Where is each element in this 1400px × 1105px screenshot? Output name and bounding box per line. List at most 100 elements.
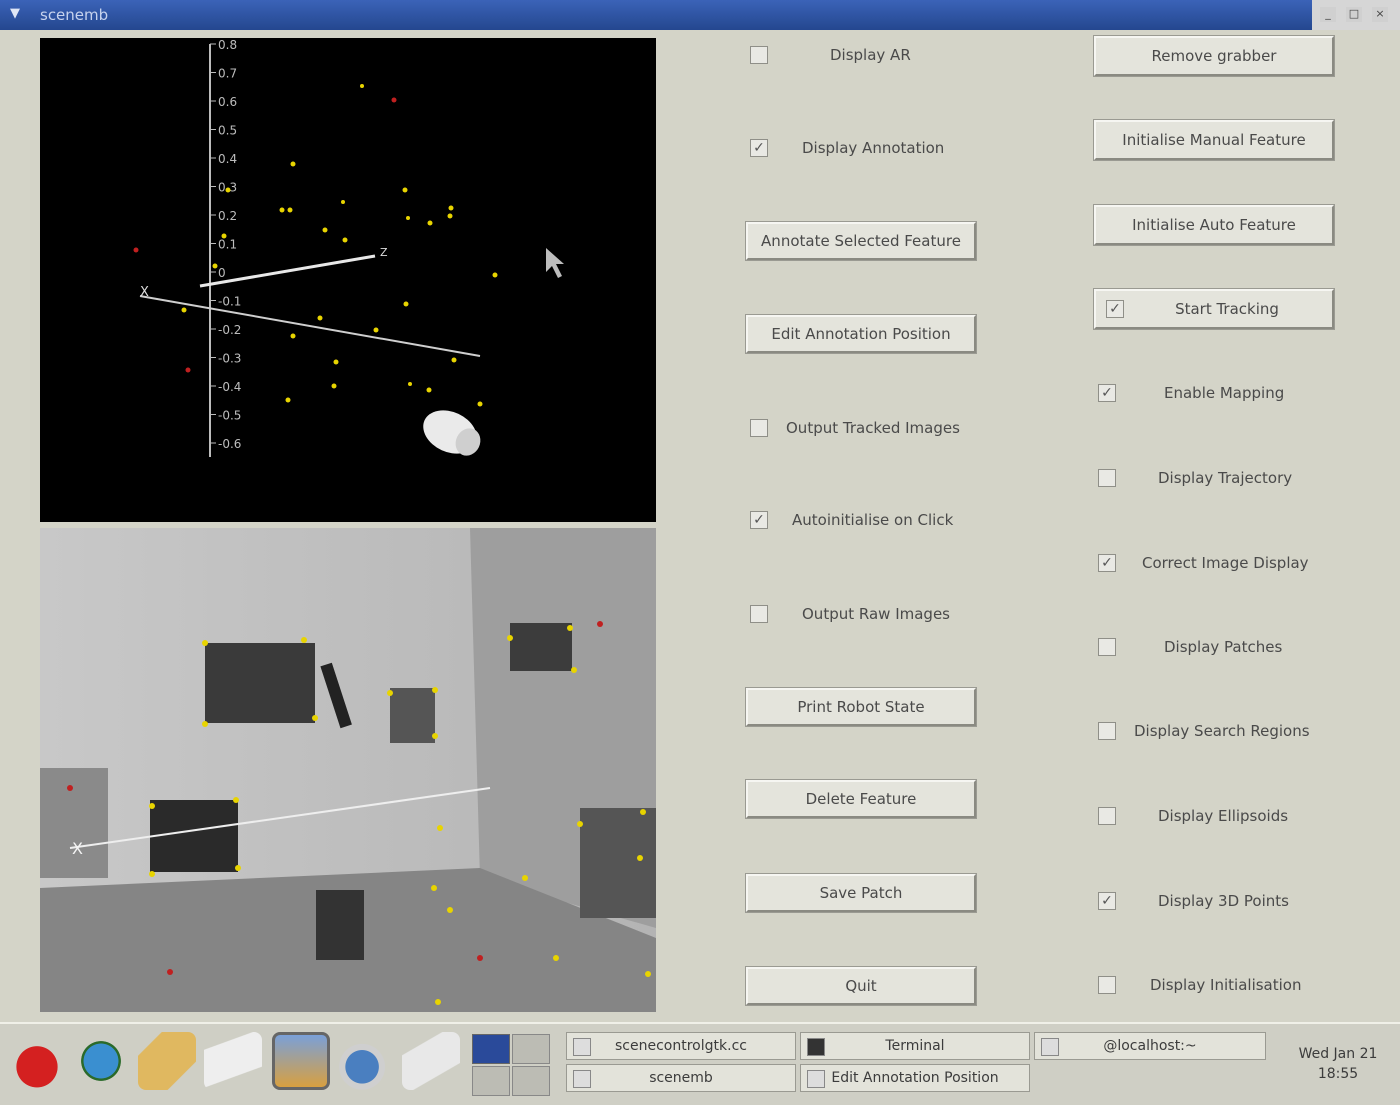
feature-point-2d: [435, 999, 441, 1005]
task-localhost[interactable]: @localhost:~: [1034, 1032, 1266, 1060]
x-axis-label: X: [140, 285, 149, 300]
taskbar: scenecontrolgtk.cc scenemb Terminal Edit…: [0, 1022, 1400, 1105]
clock[interactable]: Wed Jan 21 18:55: [1282, 1044, 1394, 1084]
feature-point-2d: [637, 855, 643, 861]
display-ellipsoids-label: Display Ellipsoids: [1158, 807, 1289, 825]
feature-point-2d: [522, 875, 528, 881]
feature-point-3d: [181, 307, 187, 313]
initialise-manual-feature-button[interactable]: Initialise Manual Feature: [1094, 120, 1334, 160]
feature-point-3d: [451, 357, 457, 363]
output-raw-images-checkbox[interactable]: [750, 605, 768, 623]
feature-point-3d: [285, 397, 291, 403]
camera-image-canvas: X: [40, 528, 656, 1012]
workspace-2[interactable]: [512, 1034, 550, 1064]
save-patch-button[interactable]: Save Patch: [746, 874, 976, 912]
task-terminal[interactable]: Terminal: [800, 1032, 1030, 1060]
feature-point-2d: [149, 871, 155, 877]
feature-point-2d: [597, 621, 603, 627]
mouse-cursor-icon: [546, 248, 564, 278]
task-scenemb[interactable]: scenemb: [566, 1064, 796, 1092]
delete-feature-button[interactable]: Delete Feature: [746, 780, 976, 818]
feature-point-2d: [301, 637, 307, 643]
y-axis-tick-label: -0.3: [218, 352, 241, 366]
minimize-button[interactable]: _: [1320, 7, 1336, 22]
print-robot-state-button[interactable]: Print Robot State: [746, 688, 976, 726]
feature-point-3d: [225, 187, 231, 193]
feature-points-3d: [133, 84, 498, 407]
display-search-regions-checkbox[interactable]: [1098, 722, 1116, 740]
feature-point-3d: [290, 333, 296, 339]
display-trajectory-checkbox[interactable]: [1098, 469, 1116, 487]
task-scenecontrolgtk[interactable]: scenecontrolgtk.cc: [566, 1032, 796, 1060]
feature-point-3d: [322, 227, 328, 233]
web-browser-icon[interactable]: [72, 1032, 130, 1090]
remove-grabber-button[interactable]: Remove grabber: [1094, 36, 1334, 76]
enable-mapping-checkbox[interactable]: ✓: [1098, 384, 1116, 402]
email-icon[interactable]: [138, 1032, 196, 1090]
feature-point-2d: [567, 625, 573, 631]
workspace-3[interactable]: [472, 1066, 510, 1096]
correct-image-display-checkbox[interactable]: ✓: [1098, 554, 1116, 572]
window-controls: _ □ ×: [1312, 0, 1400, 30]
output-tracked-images-checkbox[interactable]: [750, 419, 768, 437]
annotate-selected-feature-button[interactable]: Annotate Selected Feature: [746, 222, 976, 260]
maximize-button[interactable]: □: [1346, 7, 1362, 22]
task-label: scenecontrolgtk.cc: [615, 1038, 747, 1054]
workspace-4[interactable]: [512, 1066, 550, 1096]
feature-point-2d: [571, 667, 577, 673]
feature-point-2d: [431, 885, 437, 891]
feature-point-3d: [427, 220, 433, 226]
camera-image-view[interactable]: X: [40, 528, 656, 1012]
window-menu-icon[interactable]: ▼: [6, 6, 24, 22]
autoinitialise-on-click-checkbox[interactable]: ✓: [750, 511, 768, 529]
display-3d-points-label: Display 3D Points: [1158, 892, 1289, 910]
map-3d-view[interactable]: 0.8 0.7 0.6 0.5 0.4 0.3 0.2 0.1 0 -0.1 -0.2 -0.3 -0.…: [40, 38, 656, 522]
feature-point-3d: [342, 237, 348, 243]
editor-icon: [573, 1038, 591, 1056]
y-axis-tick-label: 0.2: [218, 209, 237, 223]
feature-point-2d: [477, 955, 483, 961]
display-annotation-checkbox[interactable]: ✓: [750, 139, 768, 157]
display-ar-checkbox[interactable]: [750, 46, 768, 64]
office-icon[interactable]: [204, 1032, 262, 1090]
start-tracking-toggle[interactable]: ✓ Start Tracking: [1094, 289, 1334, 329]
redhat-menu-icon[interactable]: [8, 1032, 66, 1090]
workspace-1[interactable]: [472, 1034, 510, 1064]
feature-point-3d: [221, 233, 227, 239]
feature-point-3d: [290, 161, 296, 167]
edit-annotation-position-button[interactable]: Edit Annotation Position: [746, 315, 976, 353]
graphics-icon[interactable]: [272, 1032, 330, 1090]
printer-icon[interactable]: [402, 1032, 460, 1090]
quit-button[interactable]: Quit: [746, 967, 976, 1005]
display-3d-points-checkbox[interactable]: ✓: [1098, 892, 1116, 910]
display-initialisation-label: Display Initialisation: [1150, 976, 1302, 994]
y-axis-tick-label: 0.7: [218, 67, 237, 81]
y-axis-tick-label: -0.2: [218, 323, 241, 337]
feature-point-3d: [403, 301, 409, 307]
display-initialisation-checkbox[interactable]: [1098, 976, 1116, 994]
initialise-auto-feature-button[interactable]: Initialise Auto Feature: [1094, 205, 1334, 245]
y-axis-tick-label: 0.6: [218, 95, 237, 109]
task-edit-annotation-position[interactable]: Edit Annotation Position: [800, 1064, 1030, 1092]
feature-point-3d: [185, 367, 191, 373]
feature-point-3d: [212, 263, 218, 269]
display-patches-checkbox[interactable]: [1098, 638, 1116, 656]
close-button[interactable]: ×: [1372, 7, 1388, 22]
display-annotation-label: Display Annotation: [802, 139, 945, 157]
feature-point-2d: [577, 821, 583, 827]
display-patches-label: Display Patches: [1164, 638, 1283, 656]
window-titlebar[interactable]: ▼ scenemb _ □ ×: [0, 0, 1400, 30]
map-3d-canvas: 0.80.70.60.50.40.30.20.10-0.1-0.2-0.3-0.…: [133, 38, 564, 457]
system-icon[interactable]: [336, 1032, 394, 1090]
workspace-pager[interactable]: [470, 1032, 550, 1096]
start-tracking-checkbox: ✓: [1106, 300, 1124, 318]
feature-point-2d: [437, 825, 443, 831]
y-axis-tick-label: 0.8: [218, 38, 237, 52]
feature-point-2d: [202, 721, 208, 727]
feature-point-2d: [312, 715, 318, 721]
feature-point-2d: [432, 733, 438, 739]
display-ellipsoids-checkbox[interactable]: [1098, 807, 1116, 825]
terminal-icon: [807, 1038, 825, 1056]
feature-point-2d: [447, 907, 453, 913]
feature-point-2d: [553, 955, 559, 961]
